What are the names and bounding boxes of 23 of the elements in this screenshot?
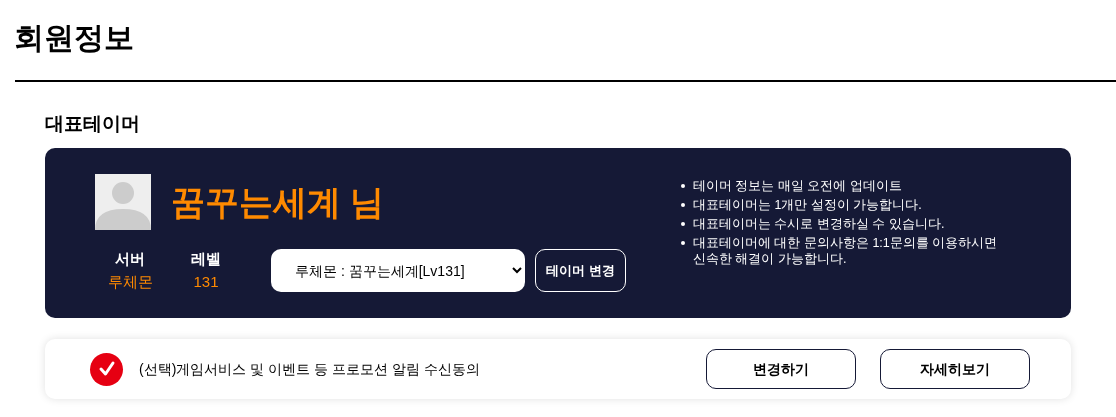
avatar-icon <box>95 174 151 230</box>
server-label: 서버 <box>115 249 145 269</box>
section-title: 대표테이머 <box>45 112 140 136</box>
consent-label: (선택)게임서비스 및 이벤트 등 프로모션 알림 수신동의 <box>139 359 480 379</box>
level-value: 131 <box>193 271 219 292</box>
change-tamer-button[interactable]: 테이머 변경 <box>535 249 626 292</box>
consent-button[interactable]: 자세히보기 <box>880 349 1030 389</box>
page-title: 회원정보 <box>13 20 134 56</box>
server-value: 루체몬 <box>107 271 153 292</box>
bullet-icon <box>681 184 685 188</box>
note-text: 대표테이머는 수시로 변경하실 수 있습니다. <box>693 216 945 232</box>
note-text: 테이머 정보는 매일 오전에 업데이트 <box>693 178 902 194</box>
tamer-name: 꿈꾸는세계 님 <box>171 182 385 223</box>
bullet-icon <box>681 241 685 245</box>
check-icon <box>97 360 116 378</box>
bullet-icon <box>681 222 685 226</box>
tamer-select[interactable]: 루체몬 : 꿈꾸는세계[Lv131] <box>271 249 525 292</box>
note-text: 대표테이머에 대한 문의사항은 1:1문의를 이용하시면 신속한 해결이 가능합니다. <box>693 235 999 267</box>
consent-button[interactable]: 변경하기 <box>706 349 856 389</box>
bullet-icon <box>681 203 685 207</box>
consent-checkbox[interactable] <box>90 352 123 386</box>
note-text: 대표테이머는 1개만 설정이 가능합니다. <box>693 197 922 213</box>
level-label: 레벨 <box>191 249 221 269</box>
